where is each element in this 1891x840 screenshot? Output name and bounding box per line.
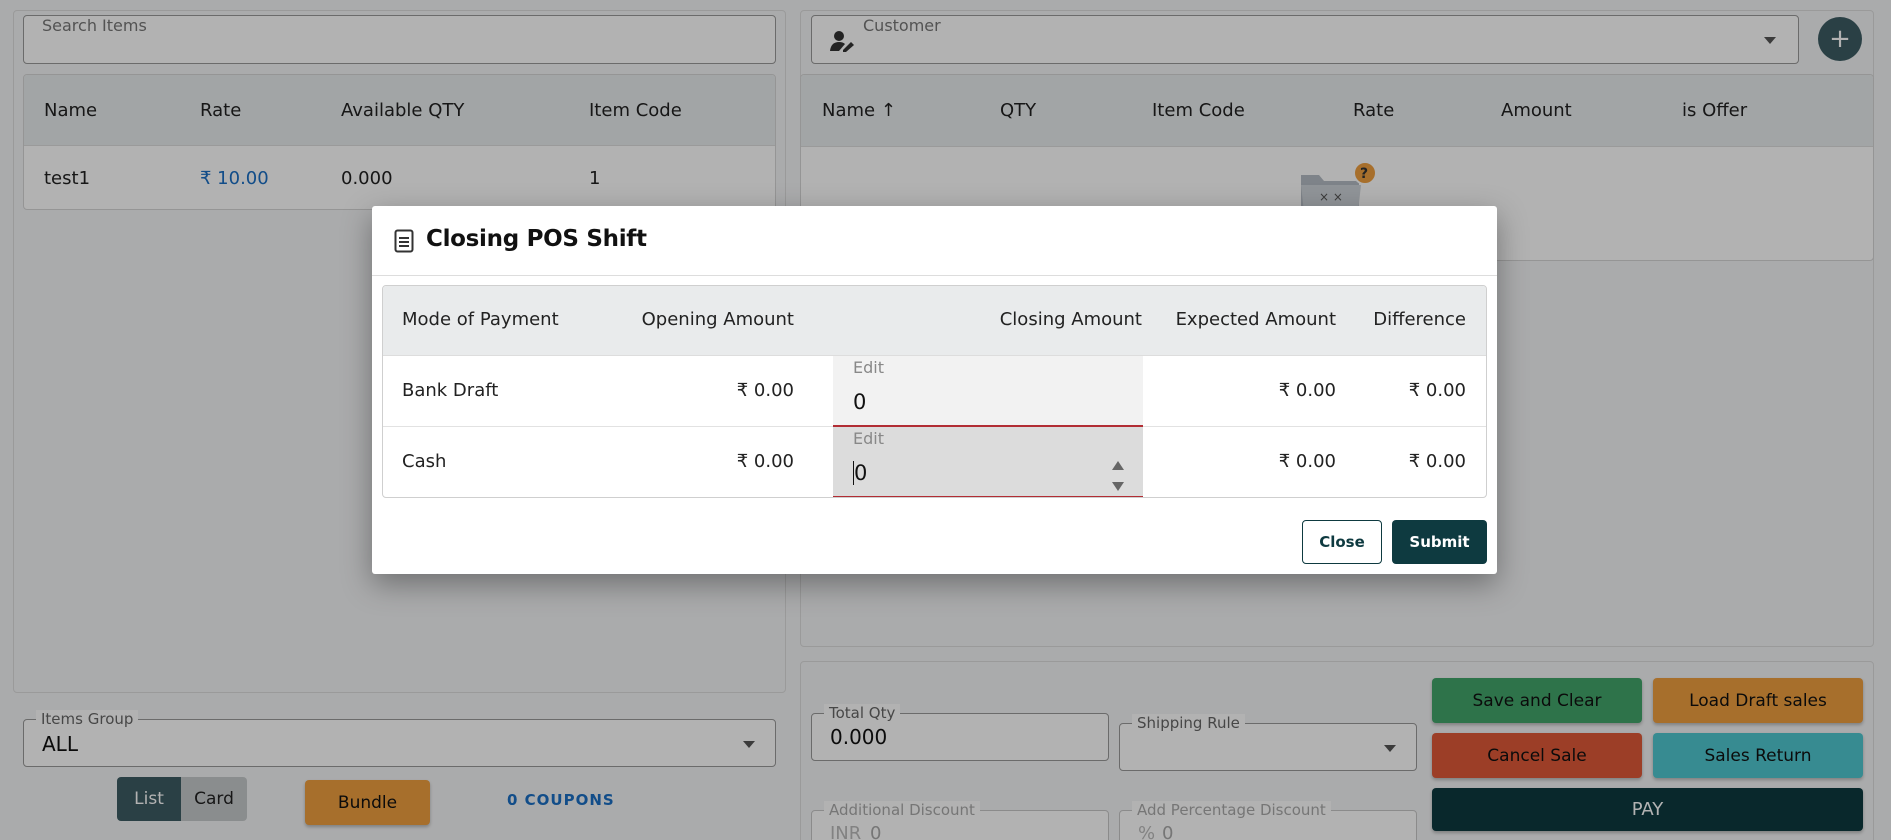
closing-amount-input[interactable]: Edit 0 [833,427,1143,497]
col-expected-amount[interactable]: Expected Amount [1176,309,1336,330]
col-closing-amount[interactable]: Closing Amount [1000,309,1142,330]
edit-label: Edit [853,358,884,377]
col-opening-amount[interactable]: Opening Amount [642,309,794,330]
difference: ₹ 0.00 [1408,380,1466,401]
document-icon [394,229,414,253]
closing-amount-input[interactable]: Edit 0 [833,356,1143,427]
closing-amount-value: 0 [853,390,867,414]
payment-mode: Cash [402,451,447,472]
stepper-icon[interactable] [1111,461,1125,491]
close-button[interactable]: Close [1302,520,1382,564]
increment-icon[interactable] [1112,461,1124,470]
dialog-title: Closing POS Shift [426,226,647,252]
payment-table: Mode of Payment Opening Amount Closing A… [382,285,1487,498]
table-row[interactable]: Cash ₹ 0.00 Edit 0 ₹ 0.00 ₹ 0.00 [383,427,1486,497]
difference: ₹ 0.00 [1408,451,1466,472]
col-mode-of-payment[interactable]: Mode of Payment [402,309,559,330]
closing-amount-value: 0 [853,461,868,485]
opening-amount: ₹ 0.00 [736,380,794,401]
col-difference[interactable]: Difference [1373,309,1466,330]
payment-mode: Bank Draft [402,380,499,401]
opening-amount: ₹ 0.00 [736,451,794,472]
decrement-icon[interactable] [1112,482,1124,491]
table-row[interactable]: Bank Draft ₹ 0.00 Edit 0 ₹ 0.00 ₹ 0.00 [383,356,1486,427]
payment-table-header: Mode of Payment Opening Amount Closing A… [383,286,1486,356]
expected-amount: ₹ 0.00 [1278,451,1336,472]
edit-label: Edit [853,429,884,448]
closing-pos-shift-dialog: Closing POS Shift Mode of Payment Openin… [372,206,1497,574]
submit-button[interactable]: Submit [1392,520,1487,564]
expected-amount: ₹ 0.00 [1278,380,1336,401]
dialog-divider [372,275,1497,276]
